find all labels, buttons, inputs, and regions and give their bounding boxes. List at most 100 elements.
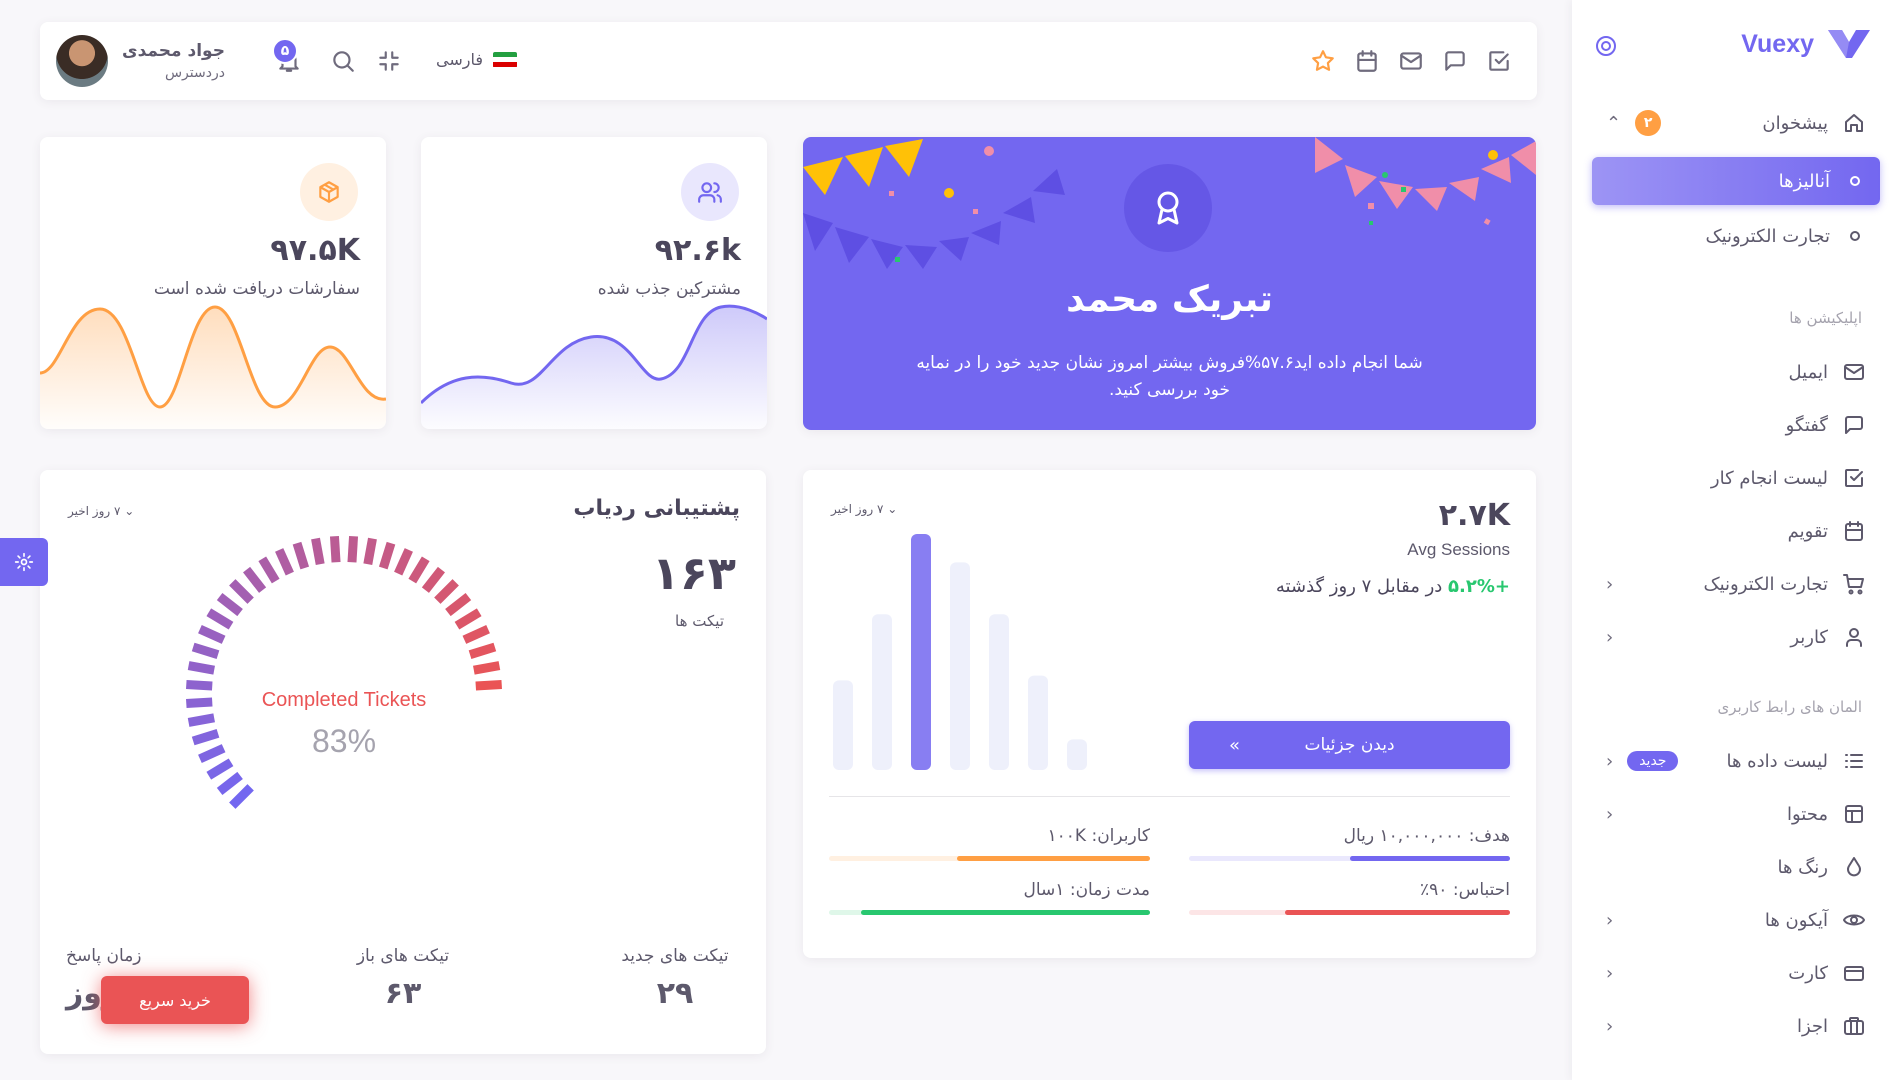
sessions-range-dropdown[interactable]: ⌄ ۷ روز اخیر — [831, 502, 897, 516]
sidebar-item-user[interactable]: کاربر ‹ — [1592, 613, 1880, 661]
sidebar-item-label: تقویم — [1787, 520, 1828, 542]
circle-icon — [1850, 176, 1860, 186]
sidebar-item-label: گفتگو — [1785, 414, 1828, 436]
sidebar-item-ecommerce-dashboard[interactable]: تجارت الکترونیک — [1592, 212, 1880, 260]
session-bar — [1067, 739, 1087, 770]
session-bar — [872, 614, 892, 770]
gauge-segment — [186, 697, 213, 709]
language-label: فارسی — [436, 50, 483, 69]
chat-icon[interactable] — [1442, 48, 1468, 74]
mail-icon[interactable] — [1398, 48, 1424, 74]
gauge-segment — [475, 679, 502, 691]
progress-label: مدت زمان: ۱سال — [1023, 880, 1150, 900]
gauge-segment — [408, 556, 430, 584]
growth-suffix: در مقابل ۷ روز گذشته — [1275, 576, 1443, 597]
gauge-value: 83% — [312, 723, 376, 759]
sidebar-item-colors[interactable]: رنگ ها — [1592, 843, 1880, 891]
progress-track — [1189, 910, 1510, 915]
users-icon — [681, 163, 739, 221]
fullscreen-exit-icon[interactable] — [376, 48, 402, 74]
view-details-button[interactable]: دیدن جزئیات » — [1189, 721, 1510, 769]
gauge-segment — [329, 536, 341, 563]
gauge-label: Completed Tickets — [262, 689, 427, 711]
duration-progress: مدت زمان: ۱سال — [829, 880, 1150, 915]
chevron-down-icon: ⌄ — [887, 502, 898, 516]
chevron-left-icon: ‹ — [1606, 909, 1614, 931]
customers-value: ۹۲.۶k — [654, 233, 741, 268]
user-name: جواد محمدی — [122, 41, 225, 61]
completed-tickets-gauge: Completed Tickets 83% — [186, 536, 502, 809]
sidebar-toggle-icon[interactable] — [1594, 34, 1618, 58]
sidebar-item-todo[interactable]: لیست انجام کار — [1592, 454, 1880, 502]
support-tracker-card: پشتیبانی ردیاب ⌄ ۷ روز اخیر ۱۶۳ تیکت ها … — [40, 470, 766, 1054]
avg-sessions-card: ۲.۷K Avg Sessions +۵.۲% در مقابل ۷ روز گ… — [803, 470, 1536, 958]
sidebar-item-label: آیکون ها — [1764, 909, 1828, 931]
sidebar-item-components[interactable]: اجزا ‹ — [1592, 1002, 1880, 1050]
orders-stat-card: ۹۷.۵K سفارشات دریافت شده است — [40, 137, 386, 429]
gauge-segment — [347, 536, 359, 563]
gauge-segment — [292, 541, 310, 570]
gauge-segment — [454, 608, 482, 630]
sidebar-item-label: لیست داده ها — [1726, 750, 1828, 772]
gauge-segment — [216, 593, 243, 617]
user-menu[interactable]: جواد محمدی دردسترس — [56, 35, 225, 87]
support-range-dropdown[interactable]: ⌄ ۷ روز اخیر — [68, 504, 134, 518]
gauge-segment — [275, 548, 294, 576]
gauge-segment — [473, 661, 501, 675]
gauge-segment — [378, 541, 396, 570]
gauge-segment — [363, 537, 377, 565]
stat-label: تیکت های باز — [356, 946, 450, 966]
cart-icon — [1843, 574, 1864, 595]
chevrons-right-icon: » — [1229, 734, 1241, 756]
sidebar-item-label: لیست انجام کار — [1710, 467, 1828, 489]
brand[interactable]: Vuexy — [1741, 28, 1872, 60]
customizer-gear-button[interactable] — [0, 538, 48, 586]
sessions-subtitle: Avg Sessions — [1407, 540, 1510, 559]
progress-track — [829, 910, 1150, 915]
notification-count-badge: ۵ — [272, 38, 298, 64]
gauge-segment — [394, 548, 413, 576]
sidebar-item-email[interactable]: ایمیل — [1592, 348, 1880, 396]
chevron-down-icon: ⌄ — [124, 504, 135, 518]
calendar-icon[interactable] — [1354, 48, 1380, 74]
customers-label: مشترکین جذب شده — [597, 279, 741, 299]
stat-label: تیکت های جدید — [621, 946, 729, 966]
sidebar-item-label: کاربر — [1790, 626, 1828, 648]
buy-now-button[interactable]: خرید سریع — [101, 976, 249, 1024]
gauge-segment — [198, 625, 226, 644]
chevron-left-icon: ‹ — [1606, 750, 1614, 772]
sidebar-item-ecommerce[interactable]: تجارت الکترونیک ‹ — [1592, 560, 1880, 608]
gauge-segment — [258, 556, 280, 584]
star-icon[interactable] — [1310, 48, 1336, 74]
sidebar-item-chat[interactable]: گفتگو — [1592, 401, 1880, 449]
sidebar-item-label: پیشخوان — [1762, 112, 1828, 134]
total-tickets-label: تیکت ها — [675, 612, 724, 630]
stat-label: زمان پاسخ — [66, 946, 142, 966]
sidebar-item-datatables[interactable]: لیست داده ها جدید ‹ — [1592, 737, 1880, 785]
range-label: ۷ روز اخیر — [68, 504, 121, 518]
orders-value: ۹۷.۵K — [270, 233, 360, 268]
check-square-icon[interactable] — [1486, 48, 1512, 74]
language-selector[interactable]: فارسی — [436, 50, 517, 69]
customers-stat-card: ۹۲.۶k مشترکین جذب شده — [421, 137, 767, 429]
sidebar-item-content[interactable]: محتوا ‹ — [1592, 790, 1880, 838]
retention-progress: احتباس: ۹۰٪ — [1189, 880, 1510, 915]
search-icon[interactable] — [330, 48, 356, 74]
iran-flag-icon — [493, 51, 517, 68]
sidebar-item-cards[interactable]: کارت ‹ — [1592, 949, 1880, 997]
congrats-message: شما انجام داده اید۵۷.۶%فروش بیشتر امروز … — [916, 353, 1423, 400]
sidebar-item-dashboard[interactable]: پیشخوان ۲ ⌃ — [1592, 99, 1880, 147]
package-icon — [300, 163, 358, 221]
sessions-growth: +۵.۲% در مقابل ۷ روز گذشته — [1276, 576, 1510, 597]
stat-value: ۲۹ — [656, 976, 694, 1011]
session-bar — [833, 680, 853, 770]
sidebar-item-icons[interactable]: آیکون ها ‹ — [1592, 896, 1880, 944]
sidebar-item-calendar[interactable]: تقویم — [1592, 507, 1880, 555]
total-tickets: ۱۶۳ — [651, 546, 736, 600]
gauge-segment — [216, 771, 243, 795]
user-status: دردسترس — [164, 65, 225, 81]
sidebar: Vuexy پیشخوان ۲ ⌃ آنالیزها تجارت الکترون… — [1572, 0, 1898, 1080]
sidebar-item-analytics[interactable]: آنالیزها — [1592, 157, 1880, 205]
progress-fill — [861, 910, 1150, 915]
sessions-value: ۲.۷K — [1438, 498, 1510, 533]
